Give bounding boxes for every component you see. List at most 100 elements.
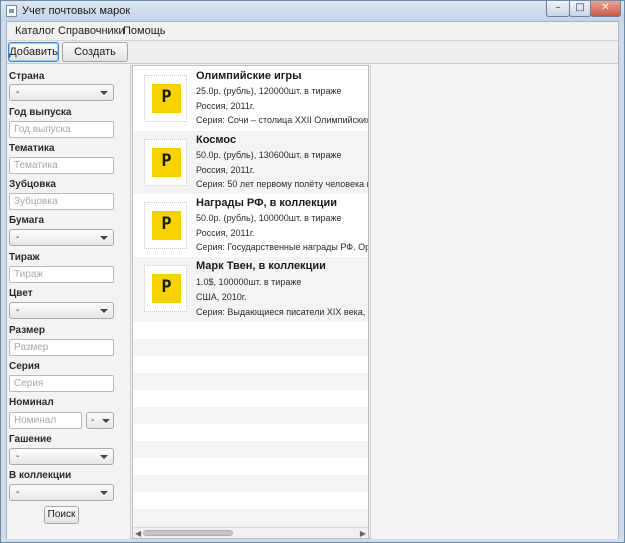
stamp-image: P [144, 265, 187, 312]
close-button[interactable]: ✕ [590, 1, 621, 17]
series-label: Серия [9, 361, 40, 372]
color-select-value: - [16, 305, 20, 316]
stamp-price: 50.0р. (рубль), 130600шт. в тираже [196, 150, 342, 160]
color-label: Цвет [9, 288, 33, 299]
cancellation-select-value: - [16, 451, 20, 462]
app-icon [6, 5, 17, 17]
color-select[interactable]: - [9, 302, 114, 319]
size-input[interactable] [9, 339, 114, 356]
stamp-series: Серия: 50 лет первому полёту человека в … [196, 179, 368, 189]
menu-bar: Каталог Справочники Помощь [7, 22, 618, 41]
list-item[interactable]: P Награды РФ, в коллекции 50.0р. (рубль)… [133, 194, 368, 257]
menu-help[interactable]: Помощь [123, 25, 166, 37]
stamp-image: P [144, 139, 187, 186]
currency-select-value: - [91, 415, 95, 426]
empty-row [133, 390, 368, 407]
stamp-image: P [144, 202, 187, 249]
stamp-badge-icon: P [152, 148, 181, 177]
empty-row [133, 407, 368, 424]
empty-row [133, 475, 368, 492]
stamp-country: Россия, 2011г. [196, 228, 255, 238]
denomination-label: Номинал [9, 397, 54, 408]
in-collection-select-value: - [16, 487, 20, 498]
title-bar[interactable]: Учет почтовых марок – □ ✕ [1, 1, 624, 21]
size-label: Размер [9, 325, 46, 336]
paper-select-value: - [16, 232, 20, 243]
perforation-input[interactable] [9, 193, 114, 210]
chevron-down-icon [100, 491, 108, 495]
maximize-button[interactable]: □ [569, 1, 591, 17]
in-collection-select[interactable]: - [9, 484, 114, 501]
search-button[interactable]: Поиск [44, 506, 79, 524]
cancellation-label: Гашение [9, 434, 52, 445]
cancellation-select[interactable]: - [9, 448, 114, 465]
stamp-list[interactable]: P Олимпийские игры 25.0р. (рубль), 12000… [132, 65, 369, 539]
horizontal-scrollbar[interactable]: ◀ ▶ [133, 527, 368, 538]
menu-catalog[interactable]: Каталог [15, 25, 55, 37]
chevron-down-icon [100, 91, 108, 95]
empty-row [133, 424, 368, 441]
stamp-country: Россия, 2011г. [196, 165, 255, 175]
list-item[interactable]: P Марк Твен, в коллекции 1.0$, 100000шт.… [133, 257, 368, 322]
theme-label: Тематика [9, 143, 55, 154]
print-run-label: Тираж [9, 252, 40, 263]
window-title: Учет почтовых марок [22, 5, 131, 17]
stamp-country: США, 2010г. [196, 292, 247, 302]
empty-row [133, 458, 368, 475]
in-collection-label: В коллекции [9, 470, 72, 481]
scroll-left-icon[interactable]: ◀ [135, 529, 141, 538]
series-input[interactable] [9, 375, 114, 392]
country-select[interactable]: - [9, 84, 114, 101]
stamp-price: 50.0р. (рубль), 100000шт. в тираже [196, 213, 342, 223]
stamp-price: 1.0$, 100000шт. в тираже [196, 277, 302, 287]
paper-select[interactable]: - [9, 229, 114, 246]
stamp-image: P [144, 75, 187, 122]
stamp-badge-icon: P [152, 84, 181, 113]
denomination-input[interactable] [9, 412, 82, 429]
menu-references[interactable]: Справочники [58, 25, 125, 37]
empty-row [133, 339, 368, 356]
empty-row [133, 492, 368, 509]
print-run-input[interactable] [9, 266, 114, 283]
minimize-button[interactable]: – [546, 1, 570, 17]
list-item[interactable]: P Олимпийские игры 25.0р. (рубль), 12000… [133, 66, 368, 131]
country-select-value: - [16, 87, 20, 98]
stamp-badge-icon: P [152, 211, 181, 240]
list-item[interactable]: P Космос 50.0р. (рубль), 130600шт. в тир… [133, 131, 368, 194]
empty-row [133, 322, 368, 339]
stamp-title: Олимпийские игры [196, 70, 302, 82]
perforation-label: Зубцовка [9, 179, 56, 190]
empty-row [133, 441, 368, 458]
toolbar: Добавить Создать отчет [7, 41, 618, 76]
year-input[interactable] [9, 121, 114, 138]
scrollbar-thumb[interactable] [143, 530, 233, 536]
filter-panel: Страна - Год выпуска Тематика Зубцовка Б… [7, 65, 131, 539]
theme-input[interactable] [9, 157, 114, 174]
paper-label: Бумага [9, 215, 45, 226]
empty-row [133, 509, 368, 527]
stamp-country: Россия, 2011г. [196, 101, 255, 111]
create-report-button[interactable]: Создать отчет [62, 42, 128, 76]
chevron-down-icon [100, 309, 108, 313]
chevron-down-icon [100, 236, 108, 240]
stamp-title: Марк Твен, в коллекции [196, 260, 326, 272]
country-label: Страна [9, 71, 45, 82]
scroll-right-icon[interactable]: ▶ [360, 529, 366, 538]
chevron-down-icon [102, 419, 110, 423]
empty-row [133, 373, 368, 390]
add-button[interactable]: Добавить [8, 42, 59, 62]
stamp-price: 25.0р. (рубль), 120000шт. в тираже [196, 86, 342, 96]
app-window: Учет почтовых марок – □ ✕ Каталог Справо… [0, 0, 625, 543]
year-label: Год выпуска [9, 107, 72, 118]
stamp-title: Космос [196, 134, 237, 146]
stamp-title: Награды РФ, в коллекции [196, 197, 337, 209]
stamp-series: Серия: Государственные награды РФ. Орден… [196, 242, 368, 252]
currency-select[interactable]: - [86, 412, 114, 429]
empty-row [133, 356, 368, 373]
stamp-badge-icon: P [152, 274, 181, 303]
chevron-down-icon [100, 455, 108, 459]
detail-pane [370, 65, 618, 539]
stamp-series: Серия: Сочи – столица XXII Олимпийских з… [196, 115, 369, 125]
stamp-series: Серия: Выдающиеся писатели XIX века, бум… [196, 307, 368, 317]
client-area: Каталог Справочники Помощь Добавить Созд… [6, 21, 619, 539]
